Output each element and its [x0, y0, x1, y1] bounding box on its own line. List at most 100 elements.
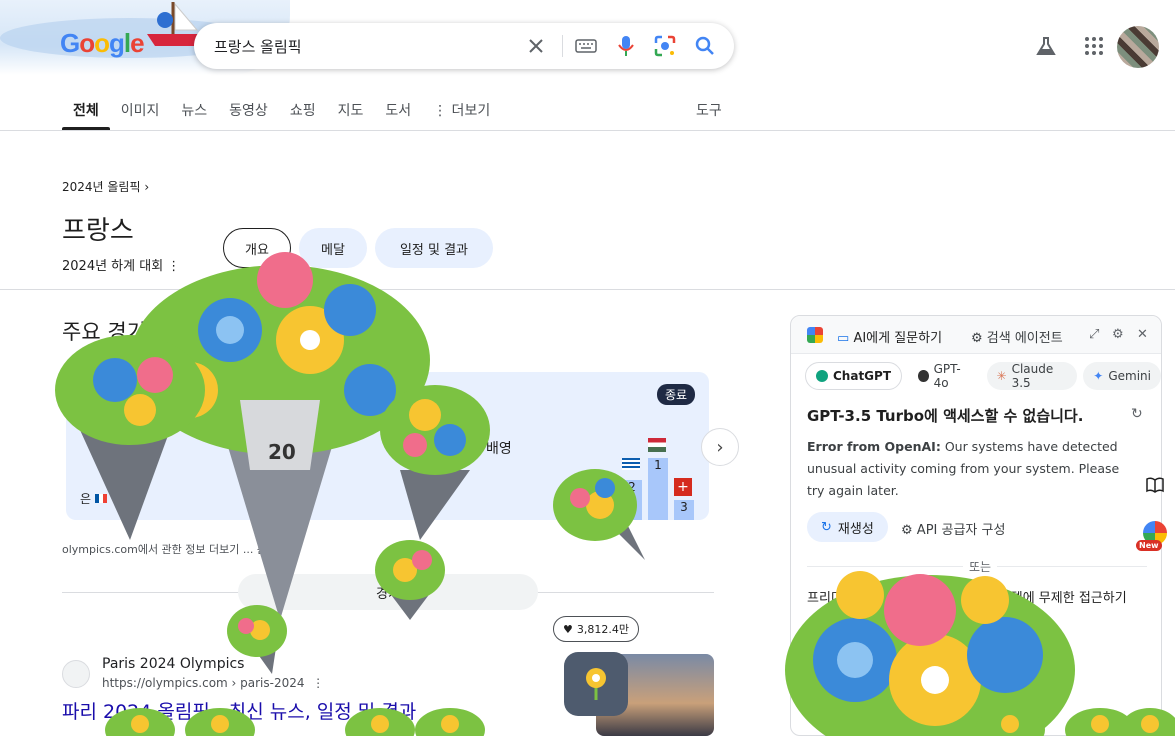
- clear-icon[interactable]: [524, 34, 548, 58]
- tab-all[interactable]: 전체: [62, 100, 110, 130]
- entity-subtitle: 2024년 하계 대회 ⋮: [62, 255, 180, 274]
- tabs-divider: [0, 130, 1175, 131]
- error-label: Error from OpenAI:: [807, 439, 941, 454]
- greece-flag-icon: [622, 458, 640, 470]
- result-title-link[interactable]: 파리 2024 올림픽 - 최신 뉴스, 일정 및 결과: [62, 697, 416, 724]
- france-flag-icon: [94, 494, 107, 503]
- subtitle-text: 2024년 하계 대회: [62, 259, 164, 274]
- card-label: 카: [80, 389, 93, 405]
- podium: + 2 1 3: [620, 434, 696, 520]
- site-favicon: [62, 660, 90, 688]
- section-title[interactable]: 주요 경기 ›: [62, 316, 161, 346]
- next-arrow-button[interactable]: ›: [701, 428, 739, 466]
- avatar[interactable]: [1117, 26, 1159, 68]
- search-icon[interactable]: [693, 34, 717, 58]
- panel-header: ▭ AI에게 질문하기 ⚙ 검색 에이전트 ⤢ ⚙ ✕: [791, 316, 1161, 354]
- search-tabs: 전체 이미지 뉴스 동영상 쇼핑 지도 도서 ⋮ 더보기: [62, 100, 501, 130]
- mic-icon[interactable]: [614, 34, 638, 58]
- lens-icon[interactable]: [653, 34, 677, 58]
- api-config-label: API 공급자 구성: [916, 523, 1006, 538]
- result-url[interactable]: https://olympics.com › paris-2024 ⋮: [102, 676, 324, 690]
- chip-overview[interactable]: 개요: [223, 228, 291, 268]
- gear-icon: ⚙: [971, 331, 983, 346]
- model-gpt4o[interactable]: GPT-4o: [908, 362, 981, 390]
- expand-icon[interactable]: ⤢: [1089, 327, 1099, 342]
- api-config-link[interactable]: ⚙ API 공급자 구성: [901, 519, 1005, 538]
- chevron-right-icon: ›: [144, 180, 150, 194]
- chip-medals[interactable]: 메달: [299, 228, 367, 268]
- new-badge: New: [1136, 540, 1162, 551]
- more-events-button[interactable]: 경기: [238, 574, 538, 610]
- result-site-name[interactable]: Paris 2024 Olympics: [102, 656, 244, 672]
- result-url-text: https://olympics.com › paris-2024: [102, 676, 305, 690]
- model-gpt4o-label: GPT-4o: [933, 362, 961, 390]
- extension-logo-icon: [807, 327, 823, 343]
- podium-second: 2: [622, 480, 642, 520]
- openai-icon: [918, 370, 929, 382]
- tab-search-agent[interactable]: ⚙ 검색 에이전트: [971, 327, 1063, 346]
- podium-third: 3: [674, 500, 694, 520]
- section-title-text: 주요 경기: [62, 320, 146, 344]
- tab-shopping[interactable]: 쇼핑: [279, 100, 327, 130]
- event-card[interactable]: 카 배영 은 + 2 1 3: [66, 372, 709, 520]
- model-claude-label: Claude 3.5: [1011, 362, 1054, 390]
- or-label: 또는: [963, 558, 998, 575]
- model-selector: ChatGPT GPT-4o ✳ Claude 3.5 ✦ Gemini: [805, 362, 1161, 390]
- chevron-right-icon: ›: [152, 320, 162, 344]
- chip-schedule[interactable]: 일정 및 결과: [375, 228, 493, 268]
- model-gemini-label: Gemini: [1108, 369, 1151, 383]
- hungary-flag-icon: [648, 438, 666, 452]
- entity-divider: [0, 289, 1175, 290]
- winner-text: 은: [80, 490, 107, 507]
- chat-icon: ▭: [837, 331, 850, 346]
- more-vert-icon[interactable]: ⋮: [312, 676, 324, 690]
- error-heading: GPT-3.5 Turbo에 액세스할 수 없습니다.: [807, 407, 1084, 425]
- keyboard-icon[interactable]: [574, 34, 598, 58]
- gemini-icon: ✦: [1093, 369, 1104, 383]
- breadcrumb[interactable]: 2024년 올림픽 ›: [62, 178, 149, 195]
- regenerate-button[interactable]: ↻ 재생성: [807, 512, 888, 542]
- swiss-flag-icon: +: [674, 478, 692, 496]
- model-claude[interactable]: ✳ Claude 3.5: [986, 362, 1078, 390]
- more-vert-icon[interactable]: ⋮: [167, 259, 180, 274]
- tab-maps[interactable]: 지도: [327, 100, 375, 130]
- event-name: 배영: [486, 441, 512, 457]
- tab-books[interactable]: 도서: [374, 100, 422, 130]
- close-icon[interactable]: ✕: [1137, 327, 1148, 342]
- search-input[interactable]: 프랑스 올림픽: [214, 36, 302, 57]
- claude-icon: ✳: [996, 369, 1007, 383]
- like-counter[interactable]: ♥ 3,812.4만: [553, 616, 639, 642]
- labs-icon[interactable]: [1034, 34, 1058, 58]
- tab-videos[interactable]: 동영상: [218, 100, 279, 130]
- refresh-icon: ↻: [821, 519, 832, 535]
- refresh-icon[interactable]: ↻: [1131, 406, 1143, 422]
- tab-more[interactable]: ⋮ 더보기: [422, 100, 501, 130]
- send-bouquet-button[interactable]: [564, 652, 628, 716]
- tab-news[interactable]: 뉴스: [170, 100, 218, 130]
- podium-first: 1: [648, 458, 668, 520]
- search-box[interactable]: 프랑스 올림픽: [194, 23, 734, 69]
- openai-icon: [816, 370, 828, 382]
- tab-ask-ai[interactable]: ▭ AI에게 질문하기: [837, 327, 942, 346]
- winner-label: 은: [80, 492, 92, 506]
- divider: [562, 35, 563, 57]
- tab-images[interactable]: 이미지: [110, 100, 171, 130]
- ai-panel: ▭ AI에게 질문하기 ⚙ 검색 에이전트 ⤢ ⚙ ✕ ChatGPT GPT-…: [790, 315, 1162, 736]
- apps-icon[interactable]: [1082, 34, 1106, 58]
- book-icon[interactable]: [1140, 470, 1170, 500]
- settings-icon[interactable]: ⚙: [1112, 327, 1124, 342]
- model-chatgpt[interactable]: ChatGPT: [805, 362, 903, 390]
- tab-search-agent-label: 검색 에이전트: [986, 331, 1063, 346]
- upgrade-promo[interactable]: 프리미엄으로 업그레이드하고 모든 모델에 무제한 접근하기: [807, 588, 1147, 610]
- google-logo: Google: [60, 28, 145, 58]
- page-title: 프랑스: [62, 216, 134, 246]
- model-gemini[interactable]: ✦ Gemini: [1083, 362, 1161, 390]
- status-badge: 종료: [657, 384, 696, 405]
- page: Google 프랑스 올림픽 전체 이미지 뉴스 동영상 쇼핑 지도 도서 ⋮ …: [0, 0, 1175, 736]
- tab-ask-ai-label: AI에게 질문하기: [853, 331, 943, 346]
- flower-icon: [586, 668, 606, 700]
- heart-icon: ♥: [563, 622, 573, 636]
- source-note[interactable]: olympics.com에서 관한 정보 더보기 ... 준: [62, 541, 267, 557]
- chevron-right-icon: ›: [716, 436, 724, 458]
- tools-button[interactable]: 도구: [696, 100, 722, 120]
